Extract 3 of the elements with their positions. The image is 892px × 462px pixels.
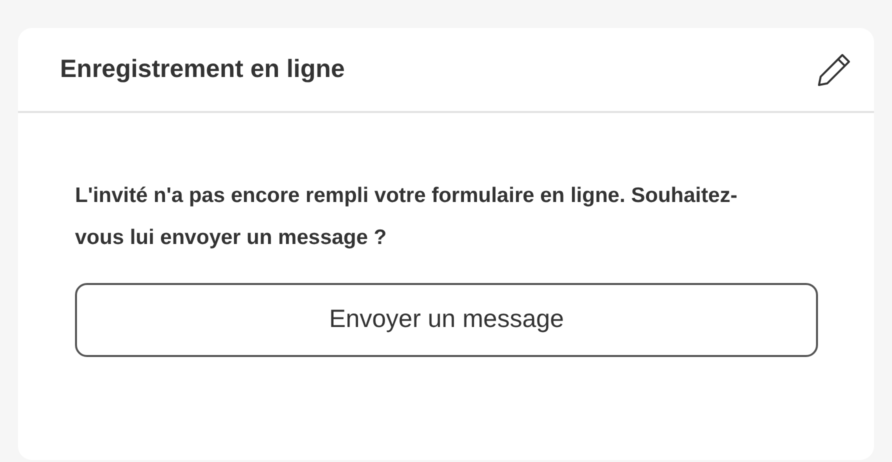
card-title: Enregistrement en ligne [60,54,345,85]
send-message-button[interactable]: Envoyer un message [75,283,818,357]
message-text: L'invité n'a pas encore rempli votre formulaire en ligne. Souhaitez-vous lui envoyer un message ? [75,183,738,251]
